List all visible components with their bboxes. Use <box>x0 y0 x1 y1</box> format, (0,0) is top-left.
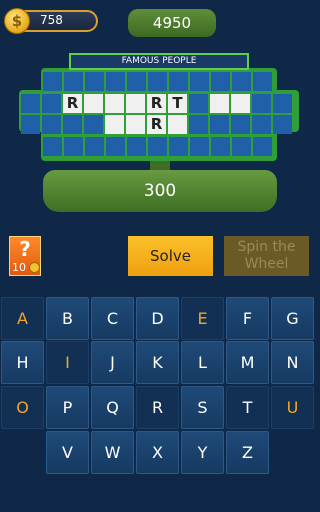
key-t[interactable]: T <box>226 386 269 429</box>
board-tile <box>127 137 146 156</box>
board-tile <box>148 72 167 91</box>
key-g[interactable]: G <box>271 297 314 340</box>
board-tile <box>126 115 145 134</box>
key-a[interactable]: A <box>1 297 44 340</box>
board-tile <box>85 72 104 91</box>
board-tile <box>232 72 251 91</box>
hint-cost: 10 <box>12 261 26 274</box>
board-tile: T <box>168 94 187 113</box>
key-y[interactable]: Y <box>181 431 224 474</box>
board-tile <box>210 94 229 113</box>
board-tile <box>168 115 187 134</box>
key-o[interactable]: O <box>1 386 44 429</box>
key-h[interactable]: H <box>1 341 44 384</box>
coins-value: 758 <box>40 13 63 27</box>
puzzle-board: FAMOUS PEOPLE RRTR <box>19 53 299 161</box>
key-c[interactable]: C <box>91 297 134 340</box>
key-u[interactable]: U <box>271 386 314 429</box>
key-m[interactable]: M <box>226 341 269 384</box>
board-tile <box>253 137 272 156</box>
board-tile <box>85 137 104 156</box>
board-tile <box>253 72 272 91</box>
board-tile <box>21 115 40 134</box>
board-tile <box>84 115 103 134</box>
board-tile <box>43 137 62 156</box>
key-k[interactable]: K <box>136 341 179 384</box>
key-j[interactable]: J <box>91 341 134 384</box>
spin-wheel-button[interactable]: Spin the Wheel <box>224 236 309 276</box>
board-tile <box>189 115 208 134</box>
board-tile <box>190 72 209 91</box>
board-tile <box>43 72 62 91</box>
board-tile <box>64 72 83 91</box>
board-tile <box>127 72 146 91</box>
board-tile <box>252 115 271 134</box>
board-tile <box>231 115 250 134</box>
wheel-value-display: 300 <box>43 170 277 212</box>
board-tile <box>42 115 61 134</box>
key-r[interactable]: R <box>136 386 179 429</box>
board-tile <box>63 115 82 134</box>
board-tile <box>211 137 230 156</box>
board-tile <box>232 137 251 156</box>
key-v[interactable]: V <box>46 431 89 474</box>
key-f[interactable]: F <box>226 297 269 340</box>
board-tile <box>273 94 292 113</box>
coins-counter: $ 758 <box>4 8 98 34</box>
board-tile <box>169 72 188 91</box>
board-tile <box>42 94 61 113</box>
board-tile <box>84 94 103 113</box>
solve-button[interactable]: Solve <box>128 236 213 276</box>
board-tile <box>273 115 292 134</box>
category-label: FAMOUS PEOPLE <box>69 53 249 70</box>
key-q[interactable]: Q <box>91 386 134 429</box>
key-i[interactable]: I <box>46 341 89 384</box>
board-tile <box>21 94 40 113</box>
key-z[interactable]: Z <box>226 431 269 474</box>
key-b[interactable]: B <box>46 297 89 340</box>
board-tile <box>106 72 125 91</box>
board-tile <box>190 137 209 156</box>
board-tile <box>64 137 83 156</box>
key-n[interactable]: N <box>271 341 314 384</box>
key-l[interactable]: L <box>181 341 224 384</box>
key-d[interactable]: D <box>136 297 179 340</box>
board-tile: R <box>147 94 166 113</box>
key-w[interactable]: W <box>91 431 134 474</box>
hint-button[interactable]: ? 10 <box>9 236 41 276</box>
board-tile <box>105 115 124 134</box>
key-s[interactable]: S <box>181 386 224 429</box>
key-x[interactable]: X <box>136 431 179 474</box>
board-tile <box>126 94 145 113</box>
coin-icon: $ <box>4 8 30 34</box>
board-tile <box>210 115 229 134</box>
board-tile <box>106 137 125 156</box>
board-tile <box>148 137 167 156</box>
board-tile: R <box>63 94 82 113</box>
board-tile <box>231 94 250 113</box>
board-tile <box>252 94 271 113</box>
board-tile <box>105 94 124 113</box>
coin-icon <box>29 262 40 273</box>
key-p[interactable]: P <box>46 386 89 429</box>
board-tile <box>169 137 188 156</box>
key-e[interactable]: E <box>181 297 224 340</box>
score-display: 4950 <box>128 9 216 37</box>
board-tile <box>189 94 208 113</box>
hint-icon: ? <box>19 237 31 261</box>
board-tile: R <box>147 115 166 134</box>
board-tile <box>211 72 230 91</box>
